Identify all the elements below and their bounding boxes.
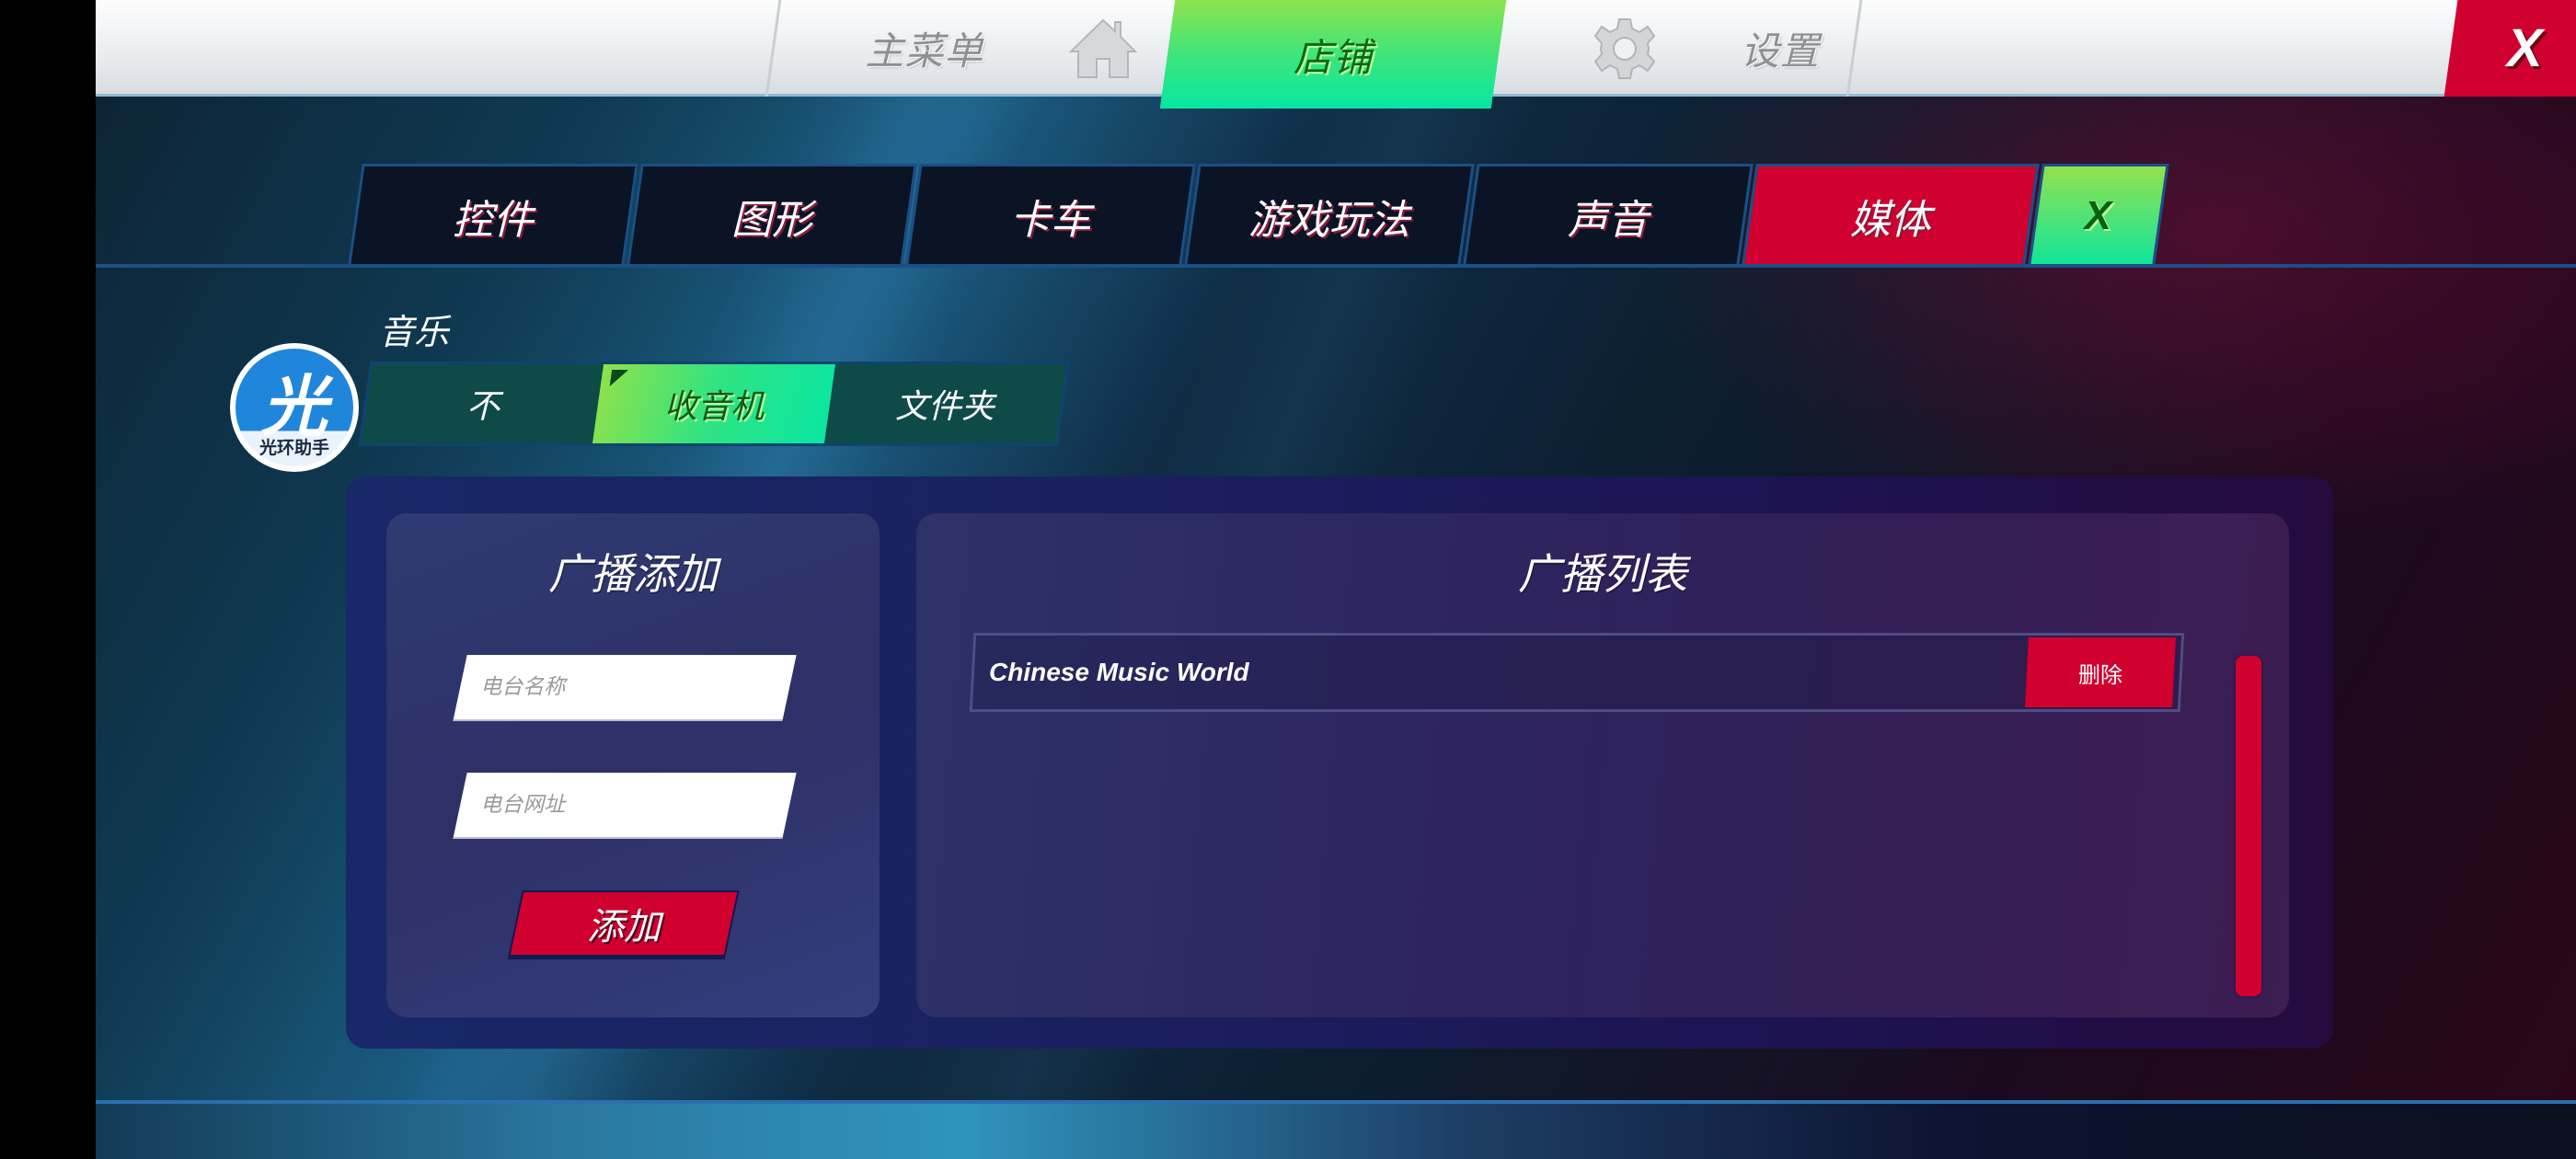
tab-media[interactable]: 媒体 xyxy=(1742,164,2040,265)
close-icon: X xyxy=(2506,18,2543,78)
station-row[interactable]: Chinese Music World 删除 xyxy=(969,633,2185,712)
bottom-bar xyxy=(96,1104,2576,1159)
tab-graphics[interactable]: 图形 xyxy=(627,164,917,265)
option-label: 不 xyxy=(466,388,500,426)
tab-controls[interactable]: 控件 xyxy=(348,164,638,265)
radio-add-title: 广播添加 xyxy=(548,549,718,599)
tab-label: 图形 xyxy=(730,196,812,244)
settings-label: 设置 xyxy=(1740,29,1820,74)
music-label: 音乐 xyxy=(379,312,450,352)
top-tab-settings[interactable]: 设置 xyxy=(1531,0,1880,97)
option-label: 文件夹 xyxy=(895,388,995,426)
top-nav-bar: 主菜单 店铺 设置 X xyxy=(96,0,2576,109)
tab-truck[interactable]: 卡车 xyxy=(905,164,1196,265)
game-screen: 主菜单 店铺 设置 X 控件 图形 卡车 游戏玩法 声音 媒体 X 光 光环助手… xyxy=(96,0,2576,1159)
tab-label: 游戏玩法 xyxy=(1248,196,1410,244)
home-icon xyxy=(1067,17,1139,81)
tabs-close-button[interactable]: X xyxy=(2028,164,2169,265)
assistant-logo[interactable]: 光 光环助手 xyxy=(230,343,359,472)
music-source-selector: 不 收音机 文件夹 xyxy=(358,361,1070,446)
tab-label: 媒体 xyxy=(1849,196,1931,244)
station-url-input[interactable] xyxy=(460,773,790,837)
top-tab-main-menu[interactable]: 主菜单 xyxy=(832,0,1172,97)
divider xyxy=(765,0,782,97)
logo-badge: 光 光环助手 xyxy=(236,349,353,466)
tab-gameplay[interactable]: 游戏玩法 xyxy=(1184,164,1475,265)
delete-label: 删除 xyxy=(2078,661,2122,688)
list-scrollbar[interactable] xyxy=(2236,656,2261,996)
music-option-off[interactable]: 不 xyxy=(362,364,604,443)
tab-label: 控件 xyxy=(452,196,534,244)
radio-add-card: 广播添加 添加 xyxy=(386,513,880,1017)
tabs-underline xyxy=(96,264,2576,268)
top-tab-shop[interactable]: 店铺 xyxy=(1159,0,1507,109)
radio-panel: 广播添加 添加 广播列表 Chinese Music World 删除 xyxy=(346,476,2333,1049)
close-button[interactable]: X xyxy=(2444,0,2576,97)
option-label: 收音机 xyxy=(663,388,764,426)
station-url-field[interactable] xyxy=(453,773,797,839)
tab-label: 声音 xyxy=(1567,196,1649,244)
tab-sound[interactable]: 声音 xyxy=(1463,164,1754,265)
gear-icon xyxy=(1592,16,1658,82)
station-name: Chinese Music World xyxy=(989,658,1249,686)
shop-label: 店铺 xyxy=(1293,34,1373,80)
add-button-label: 添加 xyxy=(587,906,661,948)
station-name-field[interactable] xyxy=(453,655,797,721)
tab-label: 卡车 xyxy=(1009,196,1091,244)
radio-list-title: 广播列表 xyxy=(1518,549,1687,599)
music-option-radio[interactable]: 收音机 xyxy=(592,364,835,443)
main-menu-label: 主菜单 xyxy=(865,29,984,74)
logo-text: 光环助手 xyxy=(259,438,329,458)
station-name-input[interactable] xyxy=(460,655,790,719)
delete-station-button[interactable]: 删除 xyxy=(2025,637,2176,707)
add-station-button[interactable]: 添加 xyxy=(508,890,740,957)
close-icon: X xyxy=(2085,192,2112,238)
music-option-folder[interactable]: 文件夹 xyxy=(824,364,1066,443)
radio-list-card: 广播列表 Chinese Music World 删除 xyxy=(916,513,2289,1017)
